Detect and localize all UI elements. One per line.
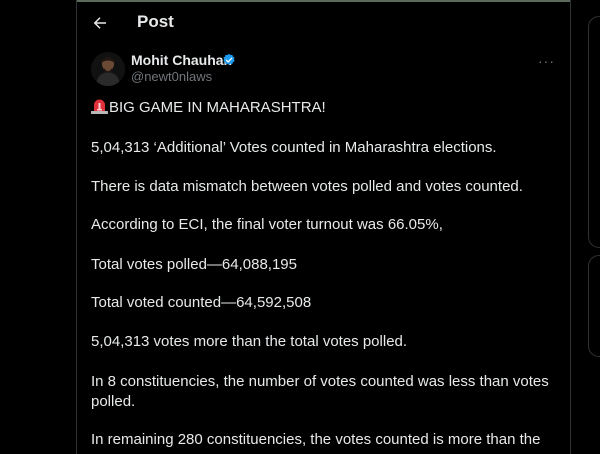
post-text-line: 5,04,313 ‘Additional’ Votes counted in M… <box>91 139 497 156</box>
page-title: Post <box>137 12 174 31</box>
ellipsis-icon: ··· <box>538 53 555 69</box>
post-text-line: polled. <box>91 393 136 410</box>
post-text-line: According to ECI, the final voter turnou… <box>91 216 443 233</box>
post-text-line: Total voted counted—64,592,508 <box>91 294 312 311</box>
left-sidebar <box>0 0 76 454</box>
post-text-line: In remaining 280 constituencies, the vot… <box>91 431 541 448</box>
verified-badge-icon <box>223 53 235 65</box>
right-panel-card <box>588 16 600 248</box>
column-divider-left <box>76 0 77 454</box>
post-headline: BIG GAME IN MAHARASHTRA! <box>91 98 326 117</box>
post-text-line: 5,04,313 votes more than the total votes… <box>91 333 408 350</box>
post-text-line: There is data mismatch between votes pol… <box>91 178 523 195</box>
back-button[interactable] <box>86 9 114 37</box>
rotating-light-icon <box>91 99 108 114</box>
author-handle[interactable]: @newt0nlaws <box>131 69 212 84</box>
post-text-line: Total votes polled—64,088,195 <box>91 256 297 273</box>
more-options-button[interactable]: ··· <box>538 53 555 69</box>
right-panel-card-lower <box>588 255 600 357</box>
arrow-left-icon <box>93 17 106 29</box>
post-text-line: BIG GAME IN MAHARASHTRA! <box>109 99 326 116</box>
author-name[interactable]: Mohit Chauhan <box>131 52 232 68</box>
avatar[interactable] <box>91 52 125 86</box>
post-text-line: In 8 constituencies, the number of votes… <box>91 373 549 390</box>
